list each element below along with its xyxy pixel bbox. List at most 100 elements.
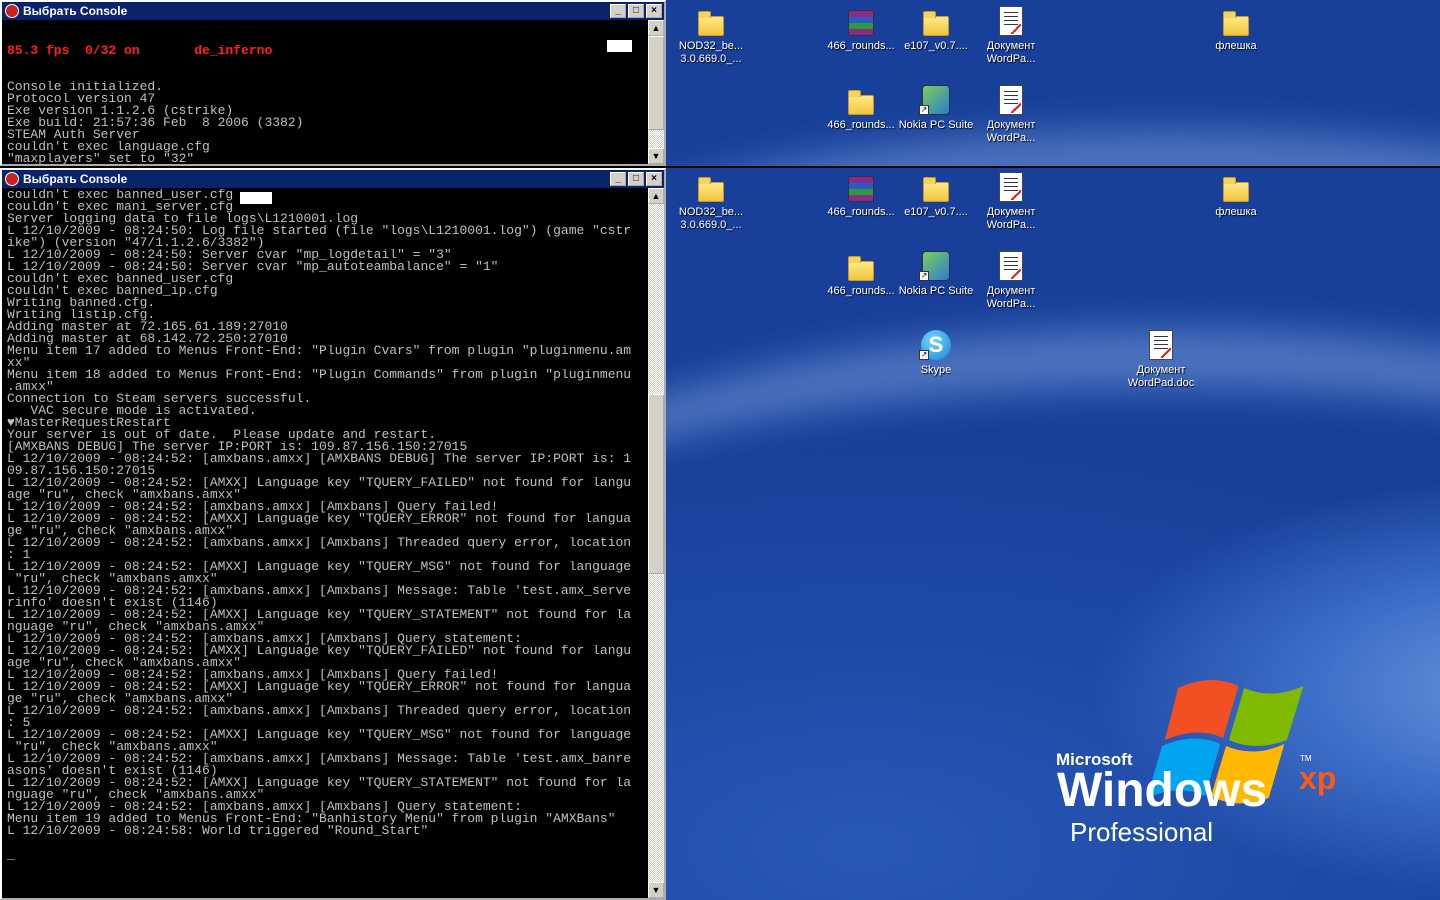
console-line: L 12/10/2009 - 08:24:52: [amxbans.amxx] …	[7, 633, 522, 645]
console-line: L 12/10/2009 - 08:24:52: [amxbans.amxx] …	[7, 669, 499, 681]
desktop-icon-466-rounds-folder[interactable]: 466_rounds...	[821, 83, 901, 132]
close-button[interactable]: ×	[646, 4, 662, 18]
text-cursor-block	[607, 40, 632, 52]
minimize-button[interactable]: _	[610, 172, 626, 186]
desktop-icon-nod32[interactable]: NOD32_be... 3.0.669.0_...	[671, 4, 751, 66]
console-line: L 12/10/2009 - 08:24:52: [amxbans.amxx] …	[7, 753, 632, 765]
maximize-button[interactable]: □	[628, 172, 644, 186]
shortcut-arrow-icon: ↗	[919, 350, 929, 360]
desktop-icon-466-rounds-archive[interactable]: 466_rounds...	[821, 4, 901, 53]
desktop-icon-nokia-pc-suite[interactable]: ↗ Nokia PC Suite	[896, 249, 976, 298]
windows-xp-professional-logo: Microsoft Windows xp TM Professional	[1056, 679, 1336, 847]
console-line: Adding master at 68.142.72.250:27010	[7, 333, 288, 345]
title-bar[interactable]: Выбрать Console _ □ ×	[2, 2, 664, 20]
desktop-icon-e107[interactable]: e107_v0.7....	[896, 170, 976, 219]
scroll-track[interactable]	[648, 204, 664, 882]
vertical-scrollbar[interactable]: ▲ ▼	[648, 188, 664, 898]
logo-product: Windows	[1057, 764, 1267, 817]
console-line: : 1	[7, 549, 31, 561]
icon-label: Документ WordPa...	[986, 285, 1036, 310]
icon-label: 466_rounds...	[827, 40, 895, 52]
scroll-up-button[interactable]: ▲	[648, 20, 664, 36]
hlds-app-icon[interactable]	[5, 172, 19, 186]
scroll-up-button[interactable]: ▲	[648, 188, 664, 204]
icon-label: Nokia PC Suite	[898, 285, 974, 297]
logo-xp: xp	[1299, 760, 1336, 796]
console-line: L 12/10/2009 - 08:24:52: [amxbans.amxx] …	[7, 453, 632, 465]
maximize-button[interactable]: □	[628, 4, 644, 18]
console-window-top[interactable]: Выбрать Console _ □ × 85.3 fps 0/32 on d…	[0, 0, 666, 166]
title-bar[interactable]: Выбрать Console _ □ ×	[2, 170, 664, 188]
console-line: L 12/10/2009 - 08:24:52: [AMXX] Language…	[7, 561, 632, 573]
console-window-main[interactable]: Выбрать Console _ □ × couldn't exec bann…	[0, 168, 666, 900]
console-line: Server logging data to file logs\L121000…	[7, 213, 359, 225]
desktop-icon-wordpad-doc-3[interactable]: Документ WordPad.doc	[1121, 328, 1201, 390]
wordpad-document-icon	[999, 6, 1023, 36]
close-button[interactable]: ×	[646, 172, 662, 186]
console-line: ge "ru", check "amxbans.amxx"	[7, 525, 234, 537]
console-line: ge "ru", check "amxbans.amxx"	[7, 693, 234, 705]
scroll-down-button[interactable]: ▼	[648, 148, 664, 164]
scroll-track[interactable]	[648, 36, 664, 148]
icon-label: 466_rounds...	[827, 206, 895, 218]
console-line: L 12/10/2009 - 08:24:52: [AMXX] Language…	[7, 777, 632, 789]
icon-label: 466_rounds...	[827, 119, 895, 131]
desktop-icon-wordpad-doc-1[interactable]: Документ WordPa...	[971, 170, 1051, 232]
scroll-thumb[interactable]	[648, 394, 664, 574]
scroll-down-button[interactable]: ▼	[648, 882, 664, 898]
minimize-button[interactable]: _	[610, 4, 626, 18]
console-line: Writing banned.cfg.	[7, 297, 156, 309]
wordpad-document-icon	[999, 85, 1023, 115]
console-line: xx"	[7, 357, 31, 369]
desktop-icon-fleshka[interactable]: флешка	[1196, 170, 1276, 219]
desktop-icon-466-rounds-archive[interactable]: 466_rounds...	[821, 170, 901, 219]
console-output[interactable]: 85.3 fps 0/32 on de_inferno Console init…	[2, 20, 648, 164]
desktop-icon-wordpad-doc-1[interactable]: Документ WordPa...	[971, 4, 1051, 66]
window-title: Выбрать Console	[23, 172, 128, 186]
winrar-archive-icon	[848, 10, 874, 36]
icon-label: NOD32_be... 3.0.669.0_...	[678, 40, 744, 65]
desktop-icon-nod32[interactable]: NOD32_be... 3.0.669.0_...	[671, 170, 751, 232]
desktop-icon-e107[interactable]: e107_v0.7....	[896, 4, 976, 53]
console-line: .amxx"	[7, 381, 54, 393]
console-line: "maxplayers" set to "32"	[7, 153, 195, 164]
console-line: L 12/10/2009 - 08:24:50: Log file starte…	[7, 225, 632, 237]
console-line: Menu item 18 added to Menus Front-End: "…	[7, 369, 632, 381]
vertical-scrollbar[interactable]: ▲ ▼	[648, 20, 664, 164]
console-line: nguage "ru", check "amxbans.amxx"	[7, 789, 265, 801]
desktop-icon-skype[interactable]: S ↗ Skype	[896, 328, 976, 377]
console-line: L 12/10/2009 - 08:24:52: [AMXX] Language…	[7, 609, 632, 621]
console-line: couldn't exec language.cfg	[7, 141, 210, 153]
desktop-icon-wordpad-doc-2[interactable]: Документ WordPa...	[971, 83, 1051, 145]
console-line: couldn't exec mani_server.cfg	[7, 201, 234, 213]
console-line: [AMXBANS DEBUG] The server IP:PORT is: 1…	[7, 441, 468, 453]
desktop-icon-466-rounds-folder[interactable]: 466_rounds...	[821, 249, 901, 298]
console-line: : 5	[7, 717, 31, 729]
console-line: L 12/10/2009 - 08:24:52: [AMXX] Language…	[7, 477, 632, 489]
icon-label: Nokia PC Suite	[898, 119, 974, 131]
console-line: _	[7, 849, 15, 861]
desktop-icon-fleshka[interactable]: флешка	[1196, 4, 1276, 53]
folder-icon	[698, 11, 724, 36]
console-output[interactable]: couldn't exec banned_user.cfg couldn't ex…	[2, 188, 648, 898]
console-line: "ru", check "amxbans.amxx"	[7, 741, 218, 753]
console-line: rinfo' doesn't exist (1146)	[7, 597, 218, 609]
console-line: Writing listip.cfg.	[7, 309, 156, 321]
console-line: VAC secure mode is activated.	[7, 405, 257, 417]
desktop-icon-wordpad-doc-2[interactable]: Документ WordPa...	[971, 249, 1051, 311]
hlds-app-icon[interactable]	[5, 4, 19, 18]
wallpaper-swoosh	[666, 130, 1440, 166]
console-line: ♥MasterRequestRestart	[7, 417, 171, 429]
scroll-thumb[interactable]	[648, 36, 664, 130]
icon-label: e107_v0.7....	[904, 40, 968, 52]
desktop-icon-nokia-pc-suite[interactable]: ↗ Nokia PC Suite	[896, 83, 976, 132]
console-line: Exe build: 21:57:36 Feb 8 2006 (3382)	[7, 117, 304, 129]
folder-icon	[923, 11, 949, 36]
desktop-background: NOD32_be... 3.0.669.0_... 466_rounds... …	[666, 168, 1440, 900]
console-line: couldn't exec banned_user.cfg	[7, 273, 234, 285]
folder-icon	[1223, 177, 1249, 202]
console-line: L 12/10/2009 - 08:24:52: [amxbans.amxx] …	[7, 801, 522, 813]
icon-label: флешка	[1215, 40, 1257, 52]
wordpad-document-icon	[999, 172, 1023, 202]
